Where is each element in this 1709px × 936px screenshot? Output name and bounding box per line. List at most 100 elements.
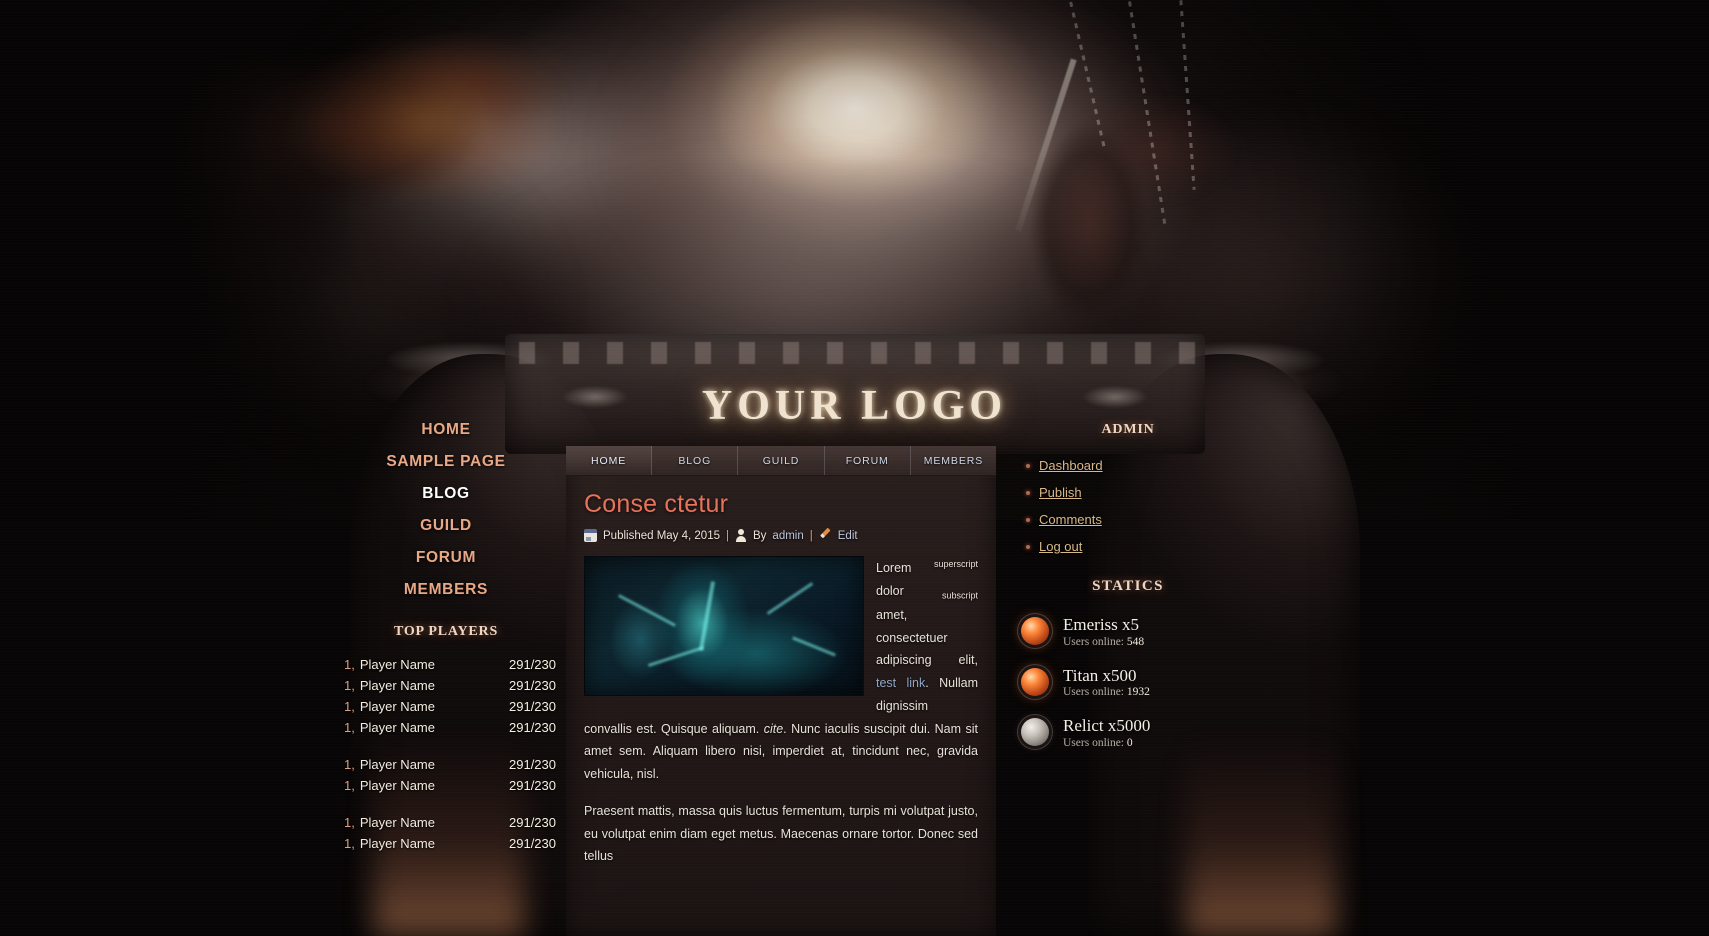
player-name: Player Name bbox=[359, 699, 435, 714]
post-meta: Published May 4, 2015 | By admin | Edit bbox=[584, 529, 978, 542]
sidebar-item-members[interactable]: MEMBERS bbox=[330, 574, 562, 606]
pencil-icon bbox=[818, 529, 832, 543]
users-online-label: Users online: bbox=[1063, 736, 1125, 749]
admin-link-dashboard[interactable]: Dashboard bbox=[1039, 458, 1103, 473]
image-highlight bbox=[766, 582, 814, 615]
player-rank: 1, bbox=[344, 657, 355, 672]
content-panel: HOME BLOG GUILD FORUM MEMBERS Conse ctet… bbox=[566, 446, 996, 936]
content-tabs: HOME BLOG GUILD FORUM MEMBERS bbox=[566, 446, 996, 476]
top-players-heading: TOP PLAYERS bbox=[393, 624, 499, 639]
player-rank: 1, bbox=[344, 720, 355, 735]
sidebar-item-blog[interactable]: BLOG bbox=[330, 478, 562, 510]
sidebar-item-forum[interactable]: FORUM bbox=[330, 542, 562, 574]
admin-item-dashboard[interactable]: Dashboard bbox=[1026, 452, 1253, 479]
player-row[interactable]: 1, Player Name 291/230 bbox=[336, 696, 556, 717]
user-icon bbox=[735, 529, 747, 542]
player-row[interactable]: 1, Player Name 291/230 bbox=[336, 717, 556, 738]
status-orb-online-icon bbox=[1021, 617, 1049, 646]
player-group-divider bbox=[336, 738, 556, 754]
users-online-count: 1932 bbox=[1126, 686, 1150, 699]
player-row[interactable]: 1, Player Name 291/230 bbox=[336, 775, 556, 796]
admin-links: Dashboard Publish Comments Log out bbox=[1003, 452, 1253, 560]
users-online-label: Users online: bbox=[1063, 635, 1125, 648]
main-navigation: HOME SAMPLE PAGE BLOG GUILD FORUM MEMBER… bbox=[330, 404, 562, 606]
logo-ornament-left bbox=[549, 372, 640, 422]
post-author-link[interactable]: admin bbox=[772, 530, 803, 542]
statics-heading: STATICS bbox=[1092, 578, 1164, 594]
image-highlight bbox=[618, 594, 676, 627]
top-players-list: 1, Player Name 291/230 1, Player Name 29… bbox=[330, 654, 562, 854]
sidebar-item-guild[interactable]: GUILD bbox=[330, 510, 562, 542]
status-orb-online-icon bbox=[1021, 667, 1049, 696]
player-name: Player Name bbox=[359, 757, 435, 772]
admin-link-publish[interactable]: Publish bbox=[1039, 485, 1082, 500]
post-paragraph-2: Praesent mattis, massa quis luctus ferme… bbox=[584, 803, 978, 864]
player-row[interactable]: 1, Player Name 291/230 bbox=[336, 654, 556, 675]
player-rank: 1, bbox=[344, 757, 355, 772]
server-name: Titan x500 bbox=[1063, 665, 1137, 685]
server-row[interactable]: Relict x5000 Users online: 0 bbox=[1021, 716, 1253, 749]
page-root: YOUR LOGO HOME SAMPLE PAGE BLOG GUILD FO… bbox=[0, 0, 1709, 936]
server-row[interactable]: Emeriss x5 Users online: 548 bbox=[1021, 615, 1253, 648]
image-highlight bbox=[792, 636, 836, 657]
server-name: Emeriss x5 bbox=[1063, 615, 1140, 634]
post-by-label: By bbox=[753, 529, 767, 542]
sidebar-left: HOME SAMPLE PAGE BLOG GUILD FORUM MEMBER… bbox=[330, 404, 562, 936]
player-row[interactable]: 1, Player Name 291/230 bbox=[336, 812, 556, 833]
admin-heading: ADMIN bbox=[1101, 422, 1155, 437]
admin-link-comments[interactable]: Comments bbox=[1039, 512, 1102, 527]
server-row[interactable]: Titan x500 Users online: 1932 bbox=[1021, 666, 1253, 699]
player-score: 291/230 bbox=[509, 657, 556, 672]
player-rank: 1, bbox=[344, 699, 355, 714]
player-score: 291/230 bbox=[509, 757, 556, 772]
post-inline-link[interactable]: test link bbox=[876, 676, 925, 690]
server-users-online: Users online: 548 bbox=[1063, 636, 1144, 648]
para1-mid: dolor bbox=[876, 583, 904, 598]
player-row[interactable]: 1, Player Name 291/230 bbox=[336, 833, 556, 854]
server-info: Relict x5000 Users online: 0 bbox=[1063, 716, 1150, 749]
player-score: 291/230 bbox=[509, 678, 556, 693]
tab-blog[interactable]: BLOG bbox=[652, 446, 739, 475]
player-rank: 1, bbox=[344, 836, 355, 851]
tab-forum[interactable]: FORUM bbox=[825, 446, 911, 475]
sidebar-item-home[interactable]: HOME bbox=[330, 414, 562, 446]
sidebar-item-sample-page[interactable]: SAMPLE PAGE bbox=[330, 446, 562, 478]
player-rank: 1, bbox=[344, 815, 355, 830]
admin-item-publish[interactable]: Publish bbox=[1026, 479, 1253, 506]
para1-cite: cite bbox=[763, 721, 784, 736]
main-content: HOME BLOG GUILD FORUM MEMBERS Conse ctet… bbox=[566, 446, 996, 936]
tab-home[interactable]: HOME bbox=[566, 446, 653, 475]
meta-separator: | bbox=[726, 529, 729, 542]
users-online-label: Users online: bbox=[1063, 686, 1125, 699]
para1-text-a: amet, consectetuer adipiscing elit, bbox=[876, 607, 978, 668]
post-title: Conse ctetur bbox=[584, 490, 729, 518]
player-score: 291/230 bbox=[509, 699, 556, 714]
banner-rivets bbox=[504, 342, 1205, 364]
player-rank: 1, bbox=[344, 778, 355, 793]
users-online-count: 548 bbox=[1126, 635, 1145, 648]
site-logo[interactable]: YOUR LOGO bbox=[702, 382, 1007, 430]
admin-link-logout[interactable]: Log out bbox=[1039, 539, 1082, 554]
image-highlight bbox=[698, 581, 716, 651]
player-name: Player Name bbox=[359, 836, 435, 851]
server-info: Titan x500 Users online: 1932 bbox=[1063, 666, 1150, 699]
tab-guild[interactable]: GUILD bbox=[738, 446, 825, 475]
meta-separator: | bbox=[809, 529, 813, 542]
para1-superscript: superscript bbox=[933, 559, 978, 569]
para1-subscript: subscript bbox=[941, 590, 978, 601]
player-score: 291/230 bbox=[509, 836, 556, 851]
player-rank: 1, bbox=[344, 678, 355, 693]
server-info: Emeriss x5 Users online: 548 bbox=[1063, 615, 1144, 648]
player-row[interactable]: 1, Player Name 291/230 bbox=[336, 675, 556, 696]
tab-members[interactable]: MEMBERS bbox=[911, 446, 996, 475]
player-row[interactable]: 1, Player Name 291/230 bbox=[336, 754, 556, 775]
server-users-online: Users online: 0 bbox=[1063, 737, 1150, 749]
admin-item-logout[interactable]: Log out bbox=[1026, 533, 1253, 560]
para1-lead: Lorem bbox=[876, 561, 912, 576]
player-name: Player Name bbox=[359, 678, 435, 693]
admin-item-comments[interactable]: Comments bbox=[1026, 506, 1253, 533]
player-group-divider bbox=[336, 796, 556, 812]
server-name: Relict x5000 bbox=[1063, 716, 1151, 736]
post-edit-link[interactable]: Edit bbox=[838, 530, 858, 542]
image-highlight bbox=[647, 646, 705, 667]
